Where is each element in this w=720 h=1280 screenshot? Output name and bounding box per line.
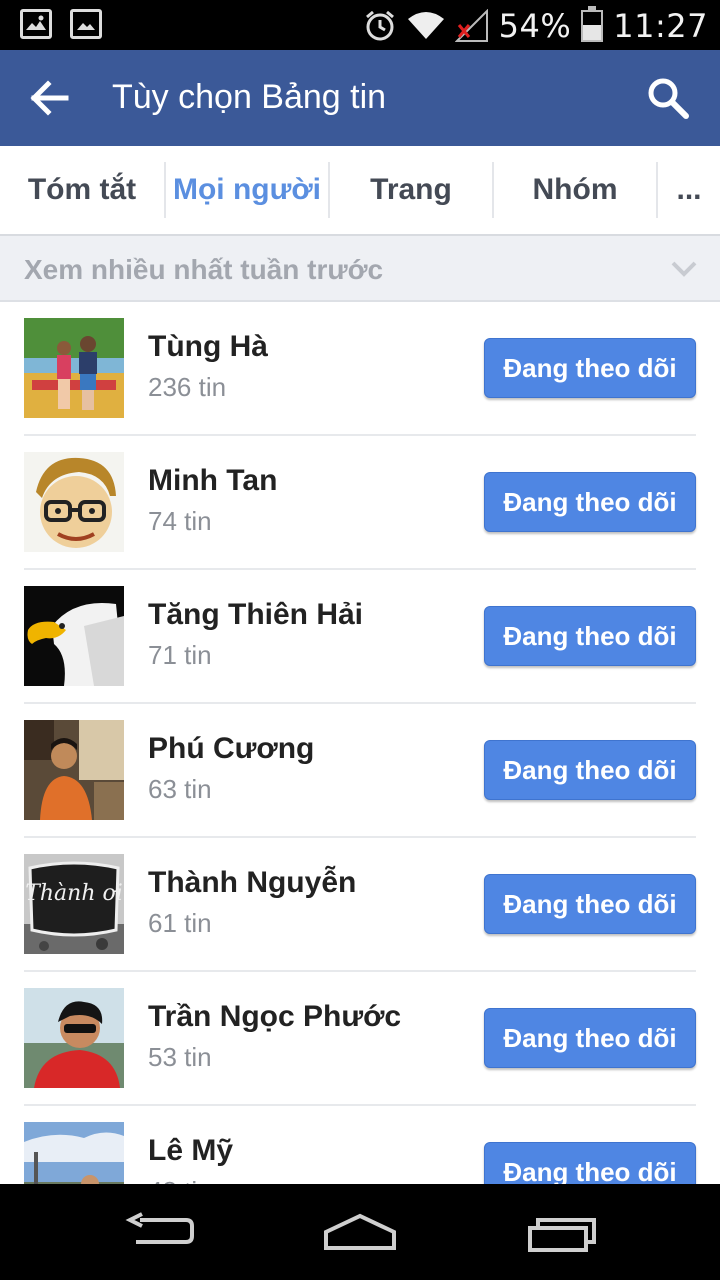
- tab-bar: Tóm tắt Mọi người Trang Nhóm ...: [0, 146, 720, 236]
- search-button[interactable]: [646, 76, 690, 120]
- navigation-bar: [0, 1184, 720, 1280]
- page-title: Tùy chọn Bảng tin: [112, 78, 387, 116]
- tab-people[interactable]: Mọi người: [166, 162, 328, 218]
- list-item[interactable]: Tùng Hà 236 tin Đang theo dõi: [24, 302, 696, 436]
- following-button[interactable]: Đang theo dõi: [484, 338, 696, 398]
- notification-icons: [20, 9, 102, 39]
- avatar: [24, 586, 124, 686]
- wifi-icon: [407, 12, 444, 39]
- avatar: [24, 988, 124, 1088]
- avatar: [24, 1122, 124, 1184]
- person-name: Thành Nguyễn: [148, 866, 357, 899]
- list-item[interactable]: Thành ơi Thành Nguyễn 61 tin Đang theo d…: [24, 838, 696, 972]
- section-header[interactable]: Xem nhiều nhất tuần trước: [0, 236, 720, 302]
- person-name: Lê Mỹ: [148, 1134, 234, 1167]
- battery-percentage: 54%: [498, 7, 572, 45]
- section-title: Xem nhiều nhất tuần trước: [24, 254, 384, 285]
- nav-home-button[interactable]: [320, 1206, 400, 1258]
- avatar: [24, 720, 124, 820]
- list-item[interactable]: Minh Tan 74 tin Đang theo dõi: [24, 436, 696, 570]
- list-item[interactable]: Tăng Thiên Hải 71 tin Đang theo dõi: [24, 570, 696, 704]
- avatar: Thành ơi: [24, 854, 124, 954]
- battery-icon: [581, 6, 604, 42]
- person-name: Tăng Thiên Hải: [148, 598, 364, 631]
- people-list: Tùng Hà 236 tin Đang theo dõi Minh Tan 7…: [0, 302, 720, 1184]
- tab-pages[interactable]: Trang: [330, 162, 492, 218]
- following-button[interactable]: Đang theo dõi: [484, 472, 696, 532]
- post-count: 61 tin: [148, 908, 212, 938]
- clock: 11:27: [613, 7, 708, 45]
- post-count: 71 tin: [148, 640, 212, 670]
- list-item[interactable]: Phú Cương 63 tin Đang theo dõi: [24, 704, 696, 838]
- following-button[interactable]: Đang theo dõi: [484, 740, 696, 800]
- following-button[interactable]: Đang theo dõi: [484, 874, 696, 934]
- avatar: [24, 318, 124, 418]
- status-bar: 54% 11:27: [0, 0, 720, 50]
- person-name: Phú Cương: [148, 732, 315, 765]
- nav-back-button[interactable]: [120, 1206, 200, 1258]
- following-button[interactable]: Đang theo dõi: [484, 1008, 696, 1068]
- tab-groups[interactable]: Nhóm: [494, 162, 656, 218]
- nav-recents-button[interactable]: [520, 1206, 600, 1258]
- list-item[interactable]: Lê Mỹ 48 tin Đang theo dõi: [24, 1106, 696, 1184]
- following-button[interactable]: Đang theo dõi: [484, 1142, 696, 1184]
- post-count: 74 tin: [148, 506, 212, 536]
- arrow-left-icon: [30, 80, 69, 116]
- chevron-down-icon: [671, 261, 697, 277]
- signal-off-icon: [454, 9, 488, 42]
- back-nav-icon: [125, 1212, 194, 1244]
- post-count: 53 tin: [148, 1042, 212, 1072]
- person-name: Tùng Hà: [148, 330, 268, 363]
- alarm-icon: [365, 10, 394, 41]
- battery-level: [583, 24, 602, 40]
- app-bar: Tùy chọn Bảng tin: [0, 50, 720, 146]
- tab-more[interactable]: ...: [658, 162, 720, 218]
- system-icons: 54% 11:27: [363, 6, 708, 46]
- avatar-caption: Thành ơi: [25, 881, 123, 906]
- post-count: 236 tin: [148, 372, 227, 402]
- recents-nav-icon: [528, 1218, 596, 1252]
- person-name: Trần Ngọc Phước: [148, 1000, 402, 1033]
- post-count: 48 tin: [148, 1176, 212, 1184]
- gallery-notification-icon: [70, 9, 102, 39]
- person-name: Minh Tan: [148, 464, 278, 497]
- list-item[interactable]: Trần Ngọc Phước 53 tin Đang theo dõi: [24, 972, 696, 1106]
- back-button[interactable]: [30, 76, 78, 120]
- home-nav-icon: [324, 1213, 396, 1250]
- following-button[interactable]: Đang theo dõi: [484, 606, 696, 666]
- image-notification-icon: [20, 9, 52, 39]
- avatar: [24, 452, 124, 552]
- tab-summary[interactable]: Tóm tắt: [0, 162, 164, 218]
- post-count: 63 tin: [148, 774, 212, 804]
- search-icon: [648, 78, 689, 119]
